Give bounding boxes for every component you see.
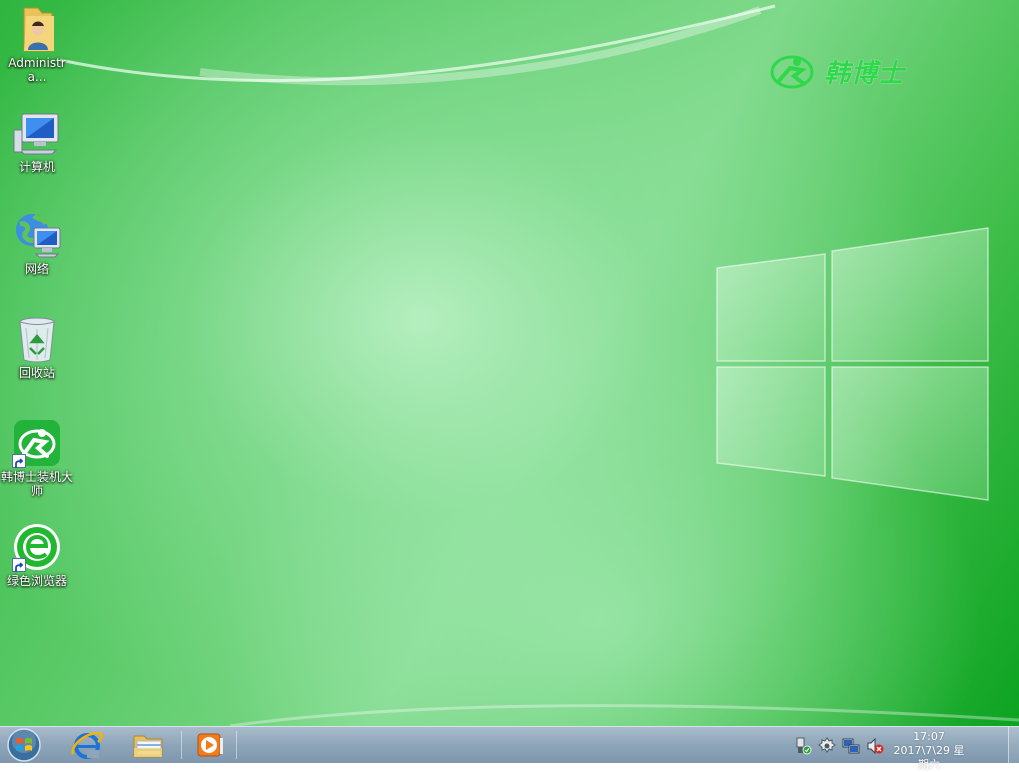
wallpaper-art	[59, 4, 1019, 726]
desktop-icon-label: 绿色浏览器	[6, 574, 67, 588]
desktop-icon-computer[interactable]: 计算机	[0, 108, 74, 174]
shortcut-arrow-icon	[12, 558, 26, 572]
desktop-icon-label: Administra...	[8, 56, 66, 84]
brand-text: 韩博士	[824, 58, 906, 89]
windows-start-icon	[7, 728, 41, 762]
computer-icon	[12, 108, 62, 158]
clock-date: 2017\7\29 星期六	[893, 744, 965, 771]
taskbar-separator	[236, 731, 237, 759]
hanboshi-brand-logo: 韩博士	[770, 52, 905, 90]
recycle-bin-icon	[12, 314, 62, 364]
internet-explorer-icon	[71, 732, 104, 759]
green-browser-icon	[12, 522, 62, 572]
file-explorer-icon	[133, 735, 163, 758]
taskbar-separator	[181, 731, 182, 759]
taskbar-clock[interactable]: 17:07 2017\7\29 星期六	[893, 730, 965, 772]
network-icon	[12, 210, 62, 260]
desktop-icon-recycle-bin[interactable]: 回收站	[0, 314, 74, 380]
clock-time: 17:07	[913, 730, 945, 743]
taskbar: 17:07 2017\7\29 星期六	[0, 726, 1019, 771]
desktop-icon-label: 网络	[24, 262, 49, 276]
desktop-icon-label: 计算机	[18, 160, 55, 174]
hanboshi-logo-icon	[770, 55, 814, 89]
hanboshi-app-icon	[12, 418, 62, 468]
media-player-icon	[197, 733, 223, 757]
action-center-icon[interactable]	[818, 737, 836, 755]
windows-logo-art	[716, 227, 989, 501]
desktop-icon-green-browser[interactable]: 绿色浏览器	[0, 522, 74, 588]
volume-muted-icon[interactable]	[866, 737, 884, 755]
start-button[interactable]	[4, 728, 44, 762]
desktop[interactable]: 韩博士 Administra... 计算机 网络 回收站 韩博士装机大师 绿色浏…	[0, 0, 1019, 726]
taskbar-file-explorer[interactable]	[125, 729, 171, 761]
desktop-icon-hanboshi[interactable]: 韩博士装机大师	[0, 418, 74, 498]
shortcut-arrow-icon	[12, 454, 26, 468]
taskbar-internet-explorer[interactable]	[64, 729, 110, 761]
usb-safely-remove-icon[interactable]	[794, 737, 812, 755]
show-desktop-button[interactable]	[1008, 727, 1019, 763]
desktop-icon-administrator[interactable]: Administra...	[0, 4, 74, 84]
desktop-icon-network[interactable]: 网络	[0, 210, 74, 276]
desktop-icon-label: 韩博士装机大师	[0, 470, 73, 498]
network-tray-icon[interactable]	[842, 737, 860, 755]
taskbar-media-player[interactable]	[186, 729, 232, 761]
desktop-icon-label: 回收站	[18, 366, 55, 380]
user-folder-icon	[12, 4, 62, 54]
